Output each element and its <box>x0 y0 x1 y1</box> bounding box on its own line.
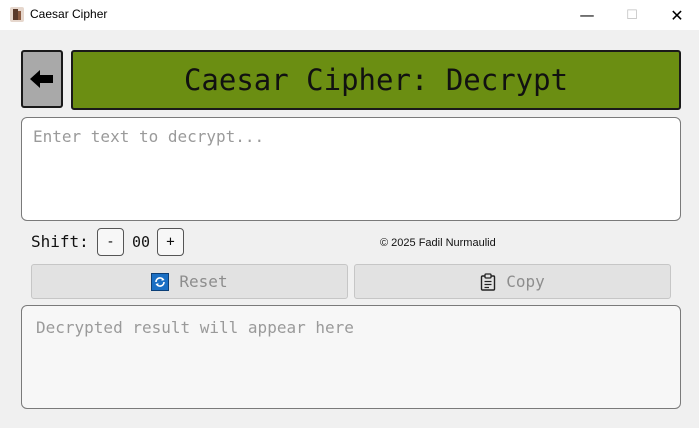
arrow-left-icon <box>30 70 53 88</box>
decrypted-output-placeholder: Decrypted result will appear here <box>36 318 354 337</box>
title-bar: Caesar Cipher — ☐ ✕ <box>0 0 699 30</box>
close-button[interactable]: ✕ <box>654 0 699 30</box>
shift-increment-button[interactable]: + <box>157 228 184 256</box>
window-title: Caesar Cipher <box>30 7 108 21</box>
decrypt-input-placeholder: Enter text to decrypt... <box>33 127 265 146</box>
reset-button[interactable]: Reset <box>31 264 348 299</box>
maximize-button[interactable]: ☐ <box>609 0 655 30</box>
maximize-icon: ☐ <box>626 7 638 23</box>
minimize-icon: — <box>579 6 595 24</box>
refresh-icon <box>151 272 170 291</box>
copy-label: Copy <box>506 272 545 291</box>
close-icon: ✕ <box>670 5 684 25</box>
decrypt-input[interactable]: Enter text to decrypt... <box>21 117 681 221</box>
minimize-button[interactable]: — <box>564 0 610 30</box>
copy-button[interactable]: Copy <box>354 264 671 299</box>
shift-label: Shift: <box>31 232 89 251</box>
page-title: Caesar Cipher: Decrypt <box>71 50 681 110</box>
clipboard-icon <box>481 272 496 291</box>
copyright-text: © 2025 Fadil Nurmaulid <box>380 237 496 249</box>
shift-value: 00 <box>131 233 151 251</box>
app-icon <box>10 7 24 22</box>
reset-label: Reset <box>179 272 228 291</box>
decrypted-output[interactable]: Decrypted result will appear here <box>21 305 681 409</box>
shift-decrement-button[interactable]: - <box>97 228 124 256</box>
back-button[interactable] <box>21 50 63 108</box>
